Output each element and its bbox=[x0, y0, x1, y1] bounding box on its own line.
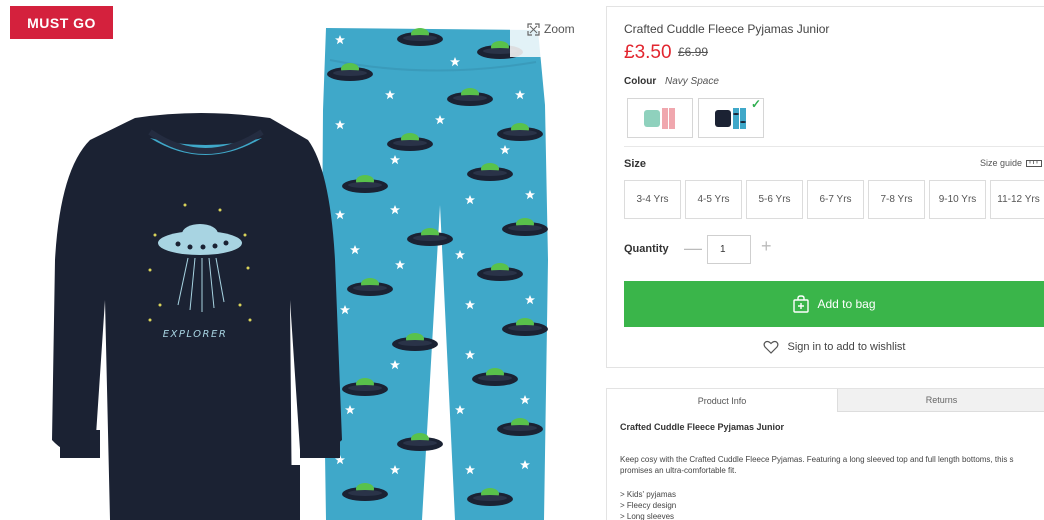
colour-selector-label: Colour Navy Space bbox=[624, 76, 719, 87]
size-guide-label: Size guide bbox=[979, 158, 1022, 168]
ruler-icon bbox=[1026, 159, 1042, 167]
wishlist-label: Sign in to add to wishlist bbox=[787, 341, 906, 353]
feature-item: > Kids' pyjamas bbox=[620, 490, 676, 499]
original-price: £6.99 bbox=[678, 45, 709, 59]
size-option-7-8[interactable]: 7-8 Yrs bbox=[868, 180, 925, 219]
heart-icon bbox=[764, 340, 779, 354]
navy-pyjama-thumbnail bbox=[715, 108, 746, 129]
current-price: £3.50 bbox=[624, 42, 672, 63]
colour-swatch-navy-space[interactable]: ✓ bbox=[698, 97, 764, 138]
add-to-bag-button[interactable]: Add to bag bbox=[624, 281, 1044, 327]
info-tabs: Product Info Returns bbox=[607, 389, 1044, 412]
bag-icon bbox=[793, 295, 810, 313]
zoom-icon bbox=[527, 23, 540, 36]
quantity-increase-button[interactable]: + bbox=[761, 236, 772, 257]
size-option-11-12[interactable]: 11-12 Yrs bbox=[990, 180, 1044, 219]
colour-swatch-mint[interactable] bbox=[627, 98, 693, 138]
purchase-panel: Crafted Cuddle Fleece Pyjamas Junior £3.… bbox=[606, 6, 1044, 368]
description-line: Keep cosy with the Crafted Cuddle Fleece… bbox=[620, 455, 1014, 464]
feature-list: > Kids' pyjamas > Fleecy design > Long s… bbox=[620, 489, 676, 520]
tab-product-info[interactable]: Product Info bbox=[607, 389, 838, 412]
size-option-6-7[interactable]: 6-7 Yrs bbox=[807, 180, 864, 219]
tab-returns[interactable]: Returns bbox=[838, 389, 1044, 412]
size-option-5-6[interactable]: 5-6 Yrs bbox=[746, 180, 803, 219]
product-info-box: Product Info Returns Crafted Cuddle Flee… bbox=[606, 388, 1044, 520]
divider bbox=[624, 146, 1044, 147]
feature-item: > Long sleeves bbox=[620, 512, 675, 520]
feature-item: > Fleecy design bbox=[620, 501, 677, 510]
colour-label: Colour bbox=[624, 76, 657, 87]
add-to-bag-label: Add to bag bbox=[817, 297, 876, 311]
product-title: Crafted Cuddle Fleece Pyjamas Junior bbox=[624, 22, 830, 36]
size-option-4-5[interactable]: 4-5 Yrs bbox=[685, 180, 742, 219]
quantity-label: Quantity bbox=[624, 243, 669, 255]
zoom-button[interactable]: Zoom bbox=[510, 17, 578, 57]
selected-check-icon: ✓ bbox=[750, 97, 761, 111]
size-label: Size bbox=[624, 158, 647, 170]
colour-value: Navy Space bbox=[665, 76, 719, 87]
product-image[interactable]: EXPLORER MUST GO Zoom bbox=[0, 0, 590, 520]
size-option-3-4[interactable]: 3-4 Yrs bbox=[624, 180, 681, 219]
quantity-decrease-button[interactable]: — bbox=[684, 238, 702, 259]
size-options: 3-4 Yrs 4-5 Yrs 5-6 Yrs 6-7 Yrs 7-8 Yrs … bbox=[624, 180, 1044, 219]
description-line: promises an ultra-comfortable fit. bbox=[620, 466, 737, 475]
info-title: Crafted Cuddle Fleece Pyjamas Junior bbox=[620, 422, 785, 432]
product-description: Keep cosy with the Crafted Cuddle Fleece… bbox=[620, 454, 1044, 476]
size-option-9-10[interactable]: 9-10 Yrs bbox=[929, 180, 986, 219]
product-page: EXPLORER MUST GO Zoom Crafted Cuddle Fle… bbox=[0, 0, 1044, 520]
size-guide-link[interactable]: Size guide bbox=[980, 158, 1042, 168]
pyjama-illustration: EXPLORER bbox=[52, 28, 548, 520]
quantity-input[interactable]: 1 bbox=[707, 235, 751, 264]
wishlist-link[interactable]: Sign in to add to wishlist bbox=[624, 340, 1044, 354]
graphic-explorer-text: EXPLORER bbox=[163, 329, 228, 340]
must-go-badge: MUST GO bbox=[10, 6, 113, 39]
mint-pyjama-thumbnail bbox=[644, 108, 675, 129]
zoom-label: Zoom bbox=[544, 22, 575, 36]
